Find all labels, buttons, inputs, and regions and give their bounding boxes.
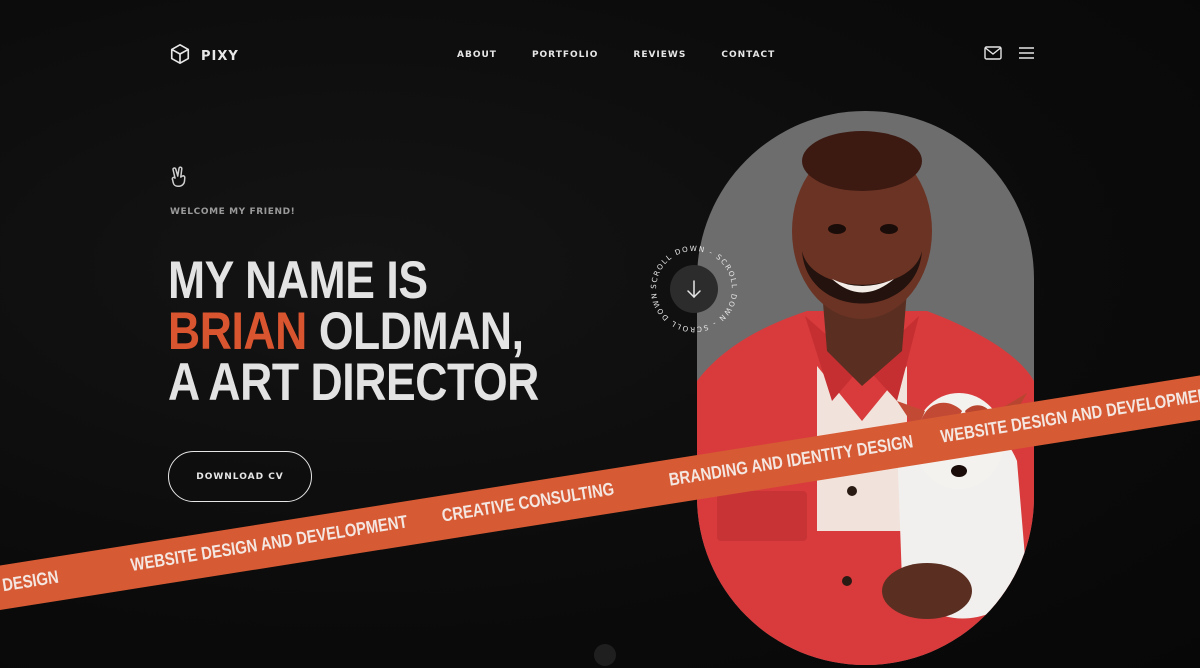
headline-line-1: MY NAME IS [168, 251, 428, 310]
hero-headline: MY NAME IS BRIAN OLDMAN, A ART DIRECTOR [168, 251, 539, 412]
main-menu: ABOUT PORTFOLIO REVIEWS CONTACT [457, 50, 775, 60]
ribbon-item: WEBSITE DESIGN AND DEVELOPMENT [129, 511, 409, 575]
nav-actions [984, 46, 1035, 65]
page-indicator-dot[interactable] [594, 644, 616, 666]
mail-icon[interactable] [984, 46, 1002, 65]
brand-logo[interactable]: PIXY [169, 43, 239, 70]
ribbon-item: DESIGN [0, 566, 60, 596]
profile-photo [697, 111, 1034, 665]
scroll-down-badge[interactable]: SCROLL DOWN - SCROLL DOWN - SCROLL DOWN … [645, 235, 741, 336]
download-cv-button[interactable]: DOWNLOAD CV [168, 451, 312, 502]
brand-name: PIXY [201, 49, 239, 64]
nav-link-portfolio[interactable]: PORTFOLIO [532, 50, 598, 60]
hamburger-menu-icon[interactable] [1018, 46, 1035, 65]
headline-line-3: A ART DIRECTOR [168, 353, 539, 412]
nav-link-about[interactable]: ABOUT [457, 50, 497, 60]
welcome-text: WELCOME MY FRIEND! [170, 207, 296, 217]
top-navigation: PIXY ABOUT PORTFOLIO REVIEWS CONTACT [0, 0, 1200, 110]
headline-line-2: BRIAN OLDMAN, [168, 305, 539, 358]
nav-link-reviews[interactable]: REVIEWS [633, 50, 686, 60]
cube-icon [169, 43, 191, 70]
ribbon-item: CREATIVE CONSULTING [440, 478, 616, 526]
nav-link-contact[interactable]: CONTACT [721, 50, 775, 60]
peace-hand-icon [169, 166, 189, 193]
